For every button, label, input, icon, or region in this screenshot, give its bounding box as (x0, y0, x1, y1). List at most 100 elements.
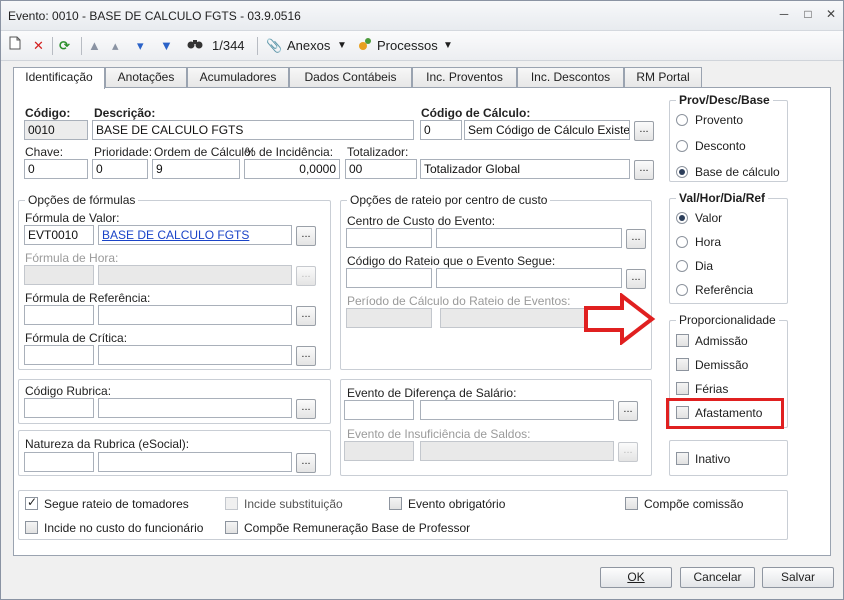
valor-radio-icon[interactable] (676, 212, 688, 224)
delete-icon[interactable]: ✕ (33, 36, 47, 56)
demissao-check-icon[interactable] (676, 358, 689, 371)
compoe-comissao-checkbox[interactable]: Compõe comissão (625, 497, 743, 513)
ferias-checkbox[interactable]: Férias (676, 382, 728, 398)
radio-base-calculo[interactable]: Base de cálculo (676, 165, 780, 181)
segue-rateio-check-icon[interactable] (25, 495, 38, 510)
diferenca-salario-desc-field[interactable] (420, 400, 614, 420)
tab-identificacao[interactable]: Identificação (13, 67, 105, 89)
provento-radio-icon[interactable] (676, 114, 688, 126)
tab-rm-portal[interactable]: RM Portal (624, 67, 702, 88)
radio-provento[interactable]: Provento (676, 113, 743, 129)
codigo-calculo-desc-field[interactable]: Sem Código de Cálculo Existente (464, 120, 630, 140)
admissao-checkbox[interactable]: Admissão (676, 334, 748, 350)
incide-substituicao-check-icon[interactable] (225, 497, 238, 510)
formula-critica-code-field[interactable] (24, 345, 94, 365)
dia-radio-icon[interactable] (676, 260, 688, 272)
tab-inc-proventos[interactable]: Inc. Proventos (412, 67, 517, 88)
segue-rateio-checkbox[interactable]: Segue rateio de tomadores (25, 495, 189, 513)
radio-referencia[interactable]: Referência (676, 283, 753, 299)
diferenca-salario-lookup-button[interactable]: ... (618, 401, 638, 421)
formula-hora-desc-field (98, 265, 292, 285)
radio-dia[interactable]: Dia (676, 259, 713, 275)
compoe-remuneracao-check-icon[interactable] (225, 521, 238, 534)
natureza-rubrica-desc-field[interactable] (98, 452, 292, 472)
first-record-icon[interactable]: ▲ (88, 36, 104, 56)
tab-anotacoes[interactable]: Anotações (105, 67, 187, 88)
evento-obrigatorio-check-icon[interactable] (389, 497, 402, 510)
attachments-chevron-down-icon[interactable]: ▼ (337, 36, 347, 56)
natureza-rubrica-lookup-button[interactable]: ... (296, 453, 316, 473)
codigo-calculo-lookup-button[interactable]: ... (634, 121, 654, 141)
incide-substituicao-checkbox[interactable]: Incide substituição (225, 497, 343, 513)
tab-dados-contabeis[interactable]: Dados Contábeis (289, 67, 412, 88)
formula-valor-code-field[interactable]: EVT0010 (24, 225, 94, 245)
last-record-icon[interactable]: ▼ (160, 36, 176, 56)
ordem-calculo-field[interactable]: 9 (152, 159, 240, 179)
formula-referencia-code-field[interactable] (24, 305, 94, 325)
refresh-icon[interactable]: ⟳ (59, 36, 75, 56)
compoe-remuneracao-checkbox[interactable]: Compõe Remuneração Base de Professor (225, 521, 470, 537)
centro-custo-code-field[interactable] (346, 228, 432, 248)
valor-label: Valor (695, 211, 723, 225)
formula-critica-lookup-button[interactable]: ... (296, 346, 316, 366)
demissao-checkbox[interactable]: Demissão (676, 358, 748, 374)
radio-hora[interactable]: Hora (676, 235, 721, 251)
evento-obrigatorio-checkbox[interactable]: Evento obrigatório (389, 497, 505, 513)
codigo-calculo-field[interactable]: 0 (420, 120, 462, 140)
ferias-check-icon[interactable] (676, 382, 689, 395)
minimize-icon[interactable]: ─ (777, 7, 791, 21)
codigo-rubrica-code-field[interactable] (24, 398, 94, 418)
processes-chevron-down-icon[interactable]: ▼ (443, 36, 453, 56)
descricao-field[interactable]: BASE DE CALCULO FGTS (92, 120, 414, 140)
processes-menu[interactable]: Processos (377, 36, 438, 56)
totalizador-lookup-button[interactable]: ... (634, 160, 654, 180)
radio-valor[interactable]: Valor (676, 211, 722, 227)
formula-critica-desc-field[interactable] (98, 345, 292, 365)
codigo-rateio-lookup-button[interactable]: ... (626, 269, 646, 289)
totalizador-field[interactable]: 00 (345, 159, 417, 179)
incide-custo-check-icon[interactable] (25, 521, 38, 534)
next-record-icon[interactable]: ▾ (137, 36, 153, 56)
incide-custo-checkbox[interactable]: Incide no custo do funcionário (25, 521, 203, 537)
base-calculo-radio-icon[interactable] (676, 166, 688, 178)
formula-referencia-lookup-button[interactable]: ... (296, 306, 316, 326)
maximize-icon[interactable]: □ (801, 7, 815, 21)
centro-custo-lookup-button[interactable]: ... (626, 229, 646, 249)
toolbar: ✕ ⟳ ▲ ▴ ▾ ▼ 1/344 📎 Anexos ▼ Processos ▼ (1, 31, 843, 61)
incidencia-field[interactable]: 0,0000 (244, 159, 340, 179)
centro-custo-desc-field[interactable] (436, 228, 622, 248)
tab-acumuladores[interactable]: Acumuladores (187, 67, 289, 88)
chave-field[interactable]: 0 (24, 159, 88, 179)
tab-inc-descontos[interactable]: Inc. Descontos (517, 67, 624, 88)
natureza-rubrica-code-field[interactable] (24, 452, 94, 472)
codigo-field[interactable]: 0010 (24, 120, 88, 140)
close-icon[interactable]: ✕ (824, 7, 838, 21)
admissao-check-icon[interactable] (676, 334, 689, 347)
radio-desconto[interactable]: Desconto (676, 139, 746, 155)
inativo-checkbox[interactable]: Inativo (676, 452, 730, 468)
referencia-radio-icon[interactable] (676, 284, 688, 296)
totalizador-label: Totalizador: (347, 145, 409, 159)
diferenca-salario-code-field[interactable] (344, 400, 414, 420)
formula-valor-link[interactable]: BASE DE CALCULO FGTS (102, 228, 249, 242)
compoe-comissao-check-icon[interactable] (625, 497, 638, 510)
binoculars-icon[interactable] (187, 36, 203, 56)
codigo-rateio-desc-field[interactable] (436, 268, 622, 288)
codigo-rateio-code-field[interactable] (346, 268, 432, 288)
codigo-rubrica-desc-field[interactable] (98, 398, 292, 418)
attachments-menu[interactable]: Anexos (287, 36, 330, 56)
desconto-radio-icon[interactable] (676, 140, 688, 152)
hora-radio-icon[interactable] (676, 236, 688, 248)
formula-valor-lookup-button[interactable]: ... (296, 226, 316, 246)
prioridade-field[interactable]: 0 (92, 159, 148, 179)
ok-button[interactable]: OK (600, 567, 672, 588)
formula-valor-desc-field[interactable]: BASE DE CALCULO FGTS (98, 225, 292, 245)
previous-record-icon[interactable]: ▴ (112, 36, 128, 56)
formula-referencia-desc-field[interactable] (98, 305, 292, 325)
codigo-rubrica-lookup-button[interactable]: ... (296, 399, 316, 419)
new-record-icon[interactable] (9, 36, 23, 56)
inativo-check-icon[interactable] (676, 452, 689, 465)
totalizador-desc-field[interactable]: Totalizador Global (420, 159, 630, 179)
cancel-button[interactable]: Cancelar (680, 567, 755, 588)
save-button[interactable]: Salvar (762, 567, 834, 588)
